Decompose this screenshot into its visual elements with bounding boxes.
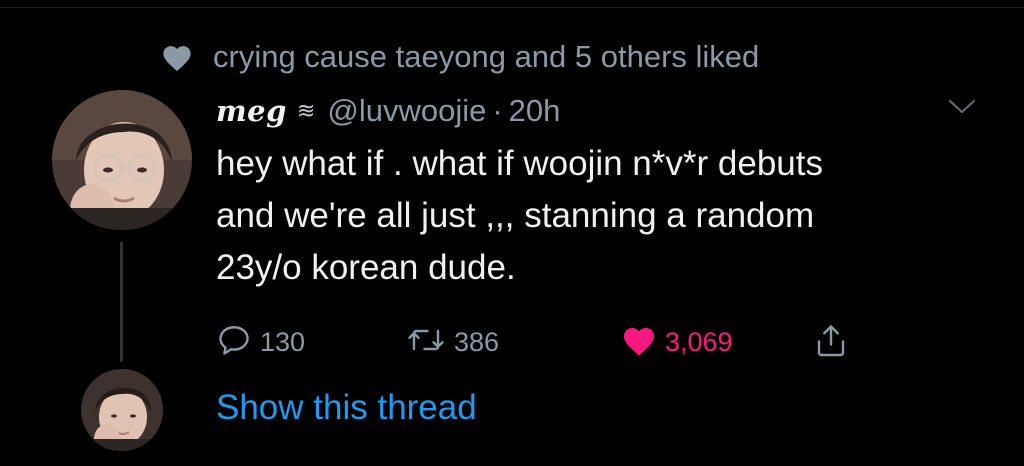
share-icon [814, 322, 848, 363]
tweet-text-line: 23y/o korean dude. [216, 248, 516, 287]
chevron-down-icon[interactable] [944, 95, 980, 119]
like-button[interactable]: 3,069 [621, 318, 733, 366]
separator-dot: · [492, 93, 503, 128]
social-context-text: crying cause taeyong and 5 others liked [213, 39, 760, 74]
heart-filled-icon [621, 323, 657, 362]
name-emoji: ≋ [296, 98, 316, 123]
display-name[interactable]: meg [216, 94, 287, 128]
retweet-button[interactable]: 386 [406, 318, 499, 366]
tweet-text: hey what if . what if woojin n*v*r debut… [216, 138, 996, 294]
reply-icon [216, 322, 252, 363]
tweet-text-line: and we're all just ,,, stanning a random [216, 196, 815, 235]
thread-avatar[interactable] [81, 369, 163, 451]
tweet-actions: 130 386 3,069 [216, 318, 976, 366]
user-handle[interactable]: @luvwoojie [327, 93, 486, 129]
tweet-text-line: hey what if . what if woojin n*v*r debut… [216, 144, 823, 183]
retweet-count: 386 [454, 326, 500, 357]
show-thread-link[interactable]: Show this thread [216, 388, 477, 428]
share-button[interactable] [814, 318, 848, 366]
avatar[interactable] [52, 90, 192, 230]
tweet-header: meg ≋ @luvwoojie · 20h [216, 88, 560, 134]
thread-connector-line [120, 242, 123, 362]
retweet-icon [406, 322, 446, 363]
reply-button[interactable]: 130 [216, 318, 305, 366]
heart-icon [160, 41, 194, 73]
top-divider [0, 0, 1024, 8]
social-context[interactable]: crying cause taeyong and 5 others liked [160, 37, 759, 77]
like-count: 3,069 [665, 326, 733, 357]
timestamp[interactable]: 20h [509, 93, 561, 129]
reply-count: 130 [260, 326, 306, 357]
